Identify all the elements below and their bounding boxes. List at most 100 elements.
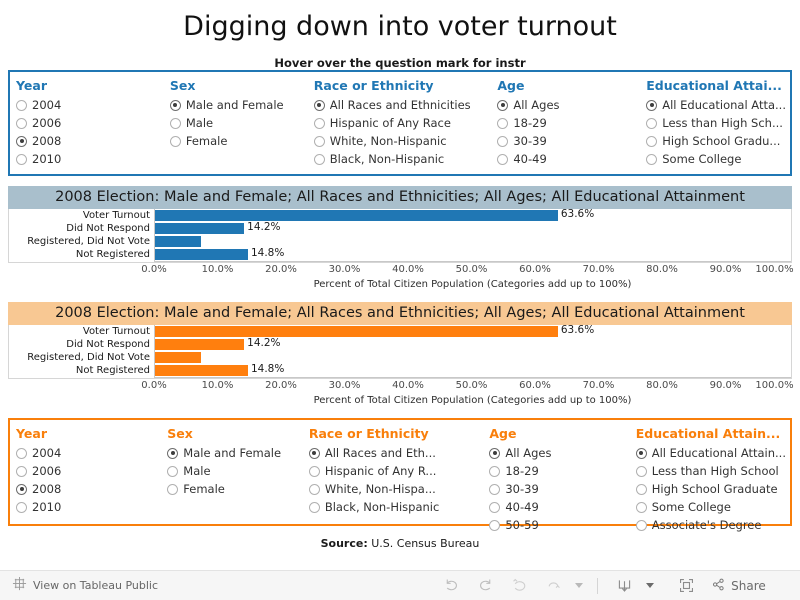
- radio-unselected-icon[interactable]: [497, 153, 509, 165]
- radio-selected-icon[interactable]: [167, 447, 179, 459]
- radio-unselected-icon[interactable]: [489, 519, 501, 531]
- radio-unselected-icon[interactable]: [646, 153, 658, 165]
- radio-unselected-icon[interactable]: [16, 99, 27, 111]
- download-icon[interactable]: [607, 573, 641, 599]
- radio-option[interactable]: Female: [167, 480, 299, 498]
- radio-option[interactable]: Some College: [646, 150, 786, 168]
- radio-option[interactable]: Hispanic of Any R...: [308, 462, 480, 480]
- radio-option[interactable]: 40-49: [497, 150, 636, 168]
- radio-option[interactable]: 2010: [16, 498, 157, 516]
- radio-option[interactable]: All Races and Eth...: [308, 444, 480, 462]
- chart-bar[interactable]: [154, 352, 201, 363]
- radio-option[interactable]: High School Gradu...: [646, 132, 786, 150]
- radio-option[interactable]: Associate's Degree: [635, 516, 786, 534]
- chart-bar[interactable]: [154, 223, 245, 234]
- radio-unselected-icon[interactable]: [635, 483, 647, 495]
- radio-unselected-icon[interactable]: [489, 483, 501, 495]
- radio-option[interactable]: Male: [167, 462, 299, 480]
- radio-option[interactable]: Less than High Sch...: [646, 114, 786, 132]
- radio-option[interactable]: Male: [169, 114, 304, 132]
- radio-option[interactable]: 18-29: [497, 114, 636, 132]
- radio-option[interactable]: 40-49: [489, 498, 625, 516]
- radio-option[interactable]: All Ages: [497, 96, 636, 114]
- chart-bar-row[interactable]: Registered, Did Not Vote: [9, 235, 791, 248]
- chart-bar[interactable]: [154, 210, 558, 221]
- radio-option[interactable]: Female: [169, 132, 304, 150]
- radio-unselected-icon[interactable]: [167, 465, 179, 477]
- chart-bar-row[interactable]: Registered, Did Not Vote: [9, 351, 791, 364]
- radio-selected-icon[interactable]: [646, 99, 658, 111]
- radio-selected-icon[interactable]: [16, 483, 27, 495]
- radio-unselected-icon[interactable]: [313, 117, 325, 129]
- radio-unselected-icon[interactable]: [635, 519, 647, 531]
- radio-option[interactable]: 18-29: [489, 462, 625, 480]
- chart-bar[interactable]: [154, 339, 245, 350]
- radio-option[interactable]: 30-39: [489, 480, 625, 498]
- radio-selected-icon[interactable]: [635, 447, 647, 459]
- chart-bar-row[interactable]: Not Registered 14.8%: [9, 363, 791, 377]
- chart-bar-row[interactable]: Voter Turnout 63.6%: [9, 324, 791, 338]
- chart-bar-row[interactable]: Voter Turnout 63.6%: [9, 208, 791, 222]
- fullscreen-icon[interactable]: [669, 573, 703, 599]
- radio-option[interactable]: White, Non-Hispanic: [313, 132, 488, 150]
- radio-unselected-icon[interactable]: [646, 135, 658, 147]
- radio-unselected-icon[interactable]: [169, 117, 181, 129]
- radio-unselected-icon[interactable]: [313, 153, 325, 165]
- radio-option[interactable]: Male and Female: [169, 96, 304, 114]
- radio-unselected-icon[interactable]: [497, 117, 509, 129]
- radio-unselected-icon[interactable]: [489, 501, 501, 513]
- download-chevron-down-icon[interactable]: [641, 573, 659, 599]
- chart-bar-row[interactable]: Not Registered 14.8%: [9, 247, 791, 261]
- radio-option[interactable]: Hispanic of Any Race: [313, 114, 488, 132]
- share-button[interactable]: Share: [711, 577, 766, 595]
- radio-option[interactable]: 50-59: [489, 516, 625, 534]
- radio-unselected-icon[interactable]: [635, 501, 647, 513]
- radio-option[interactable]: All Ages: [489, 444, 625, 462]
- radio-option[interactable]: All Educational Atta...: [646, 96, 786, 114]
- radio-unselected-icon[interactable]: [16, 501, 27, 513]
- chart-bar-row[interactable]: Did Not Respond 14.2%: [9, 221, 791, 235]
- chart-bar[interactable]: [154, 249, 248, 260]
- radio-unselected-icon[interactable]: [16, 153, 27, 165]
- undo-icon[interactable]: [434, 573, 468, 599]
- radio-option[interactable]: High School Graduate: [635, 480, 786, 498]
- radio-option[interactable]: Less than High School: [635, 462, 786, 480]
- radio-unselected-icon[interactable]: [16, 465, 27, 477]
- radio-selected-icon[interactable]: [313, 99, 325, 111]
- filter-panel-bottom[interactable]: Year 2004 2006 2008 2010 Sex Male and Female Ma…: [8, 418, 792, 532]
- radio-option[interactable]: All Races and Ethnicities: [313, 96, 488, 114]
- view-on-tableau-public-link[interactable]: View on Tableau Public: [0, 576, 400, 595]
- radio-option[interactable]: 2004: [16, 444, 157, 462]
- view-options-chevron-down-icon[interactable]: [570, 573, 588, 599]
- refresh-icon[interactable]: [536, 573, 570, 599]
- radio-unselected-icon[interactable]: [169, 135, 181, 147]
- radio-unselected-icon[interactable]: [646, 117, 658, 129]
- radio-unselected-icon[interactable]: [308, 501, 320, 513]
- radio-unselected-icon[interactable]: [167, 483, 179, 495]
- radio-unselected-icon[interactable]: [16, 447, 27, 459]
- radio-option[interactable]: Black, Non-Hispanic: [308, 498, 480, 516]
- chart-bar[interactable]: [154, 236, 201, 247]
- radio-option[interactable]: Male and Female: [167, 444, 299, 462]
- radio-option[interactable]: 2008: [16, 480, 157, 498]
- filter-panel-top[interactable]: Year 2004 2006 2008 2010 Sex Male and Female Ma…: [8, 70, 792, 176]
- radio-option[interactable]: 30-39: [497, 132, 636, 150]
- radio-unselected-icon[interactable]: [308, 483, 320, 495]
- radio-selected-icon[interactable]: [169, 99, 181, 111]
- chart-bar-row[interactable]: Did Not Respond 14.2%: [9, 337, 791, 351]
- radio-selected-icon[interactable]: [16, 135, 27, 147]
- revert-icon[interactable]: [502, 573, 536, 599]
- chart-bar[interactable]: [154, 365, 248, 376]
- radio-option[interactable]: All Educational Attain...: [635, 444, 786, 462]
- radio-unselected-icon[interactable]: [635, 465, 647, 477]
- radio-option[interactable]: 2006: [16, 114, 160, 132]
- radio-option[interactable]: 2006: [16, 462, 157, 480]
- radio-unselected-icon[interactable]: [497, 135, 509, 147]
- radio-selected-icon[interactable]: [308, 447, 320, 459]
- radio-option[interactable]: 2004: [16, 96, 160, 114]
- radio-option[interactable]: White, Non-Hispa...: [308, 480, 480, 498]
- radio-unselected-icon[interactable]: [308, 465, 320, 477]
- radio-unselected-icon[interactable]: [313, 135, 325, 147]
- radio-unselected-icon[interactable]: [16, 117, 27, 129]
- radio-option[interactable]: Some College: [635, 498, 786, 516]
